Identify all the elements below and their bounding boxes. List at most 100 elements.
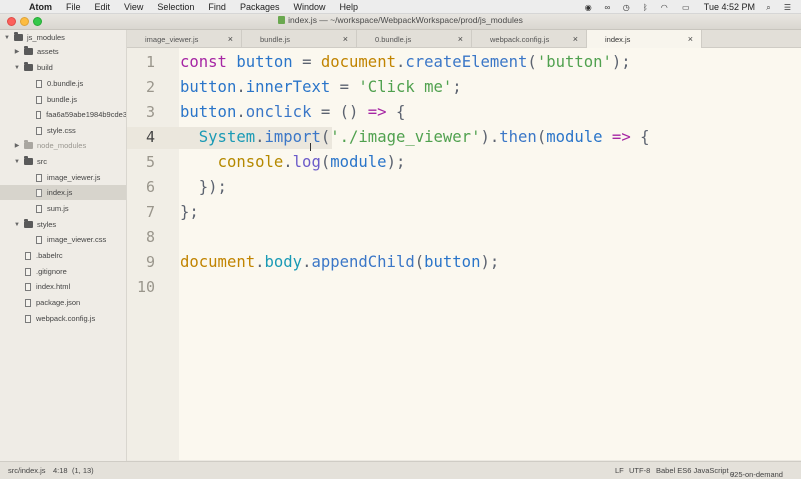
code-token: = () [311, 103, 368, 121]
tab-webpack-config-js[interactable]: webpack.config.js × [472, 30, 587, 48]
tree-item-label: sum.js [47, 204, 69, 213]
bluetooth-icon[interactable]: ᛒ [640, 3, 651, 12]
search-icon[interactable]: ⌕ [763, 3, 774, 12]
list-icon[interactable]: ☰ [782, 3, 793, 12]
code-token: . [255, 128, 265, 146]
line-number: 8 [145, 228, 155, 246]
code-token: import [264, 128, 321, 146]
window-title: index.js — ~/workspace/WebpackWorkspace/… [0, 15, 801, 25]
menu-edit[interactable]: Edit [88, 0, 118, 14]
tree-folder-assets[interactable]: ▶ assets [0, 44, 126, 59]
menu-help[interactable]: Help [332, 0, 365, 14]
tree-file-style-css[interactable]: style.css [0, 123, 126, 138]
tree-file-index-html[interactable]: index.html [0, 279, 126, 294]
tree-file-image-viewer-js[interactable]: image_viewer.js [0, 170, 126, 185]
code-token: document [180, 253, 256, 271]
code-line[interactable]: button.onclick = () => { [180, 100, 405, 125]
folder-icon [24, 62, 33, 71]
code-line[interactable]: document.body.appendChild(button); [180, 250, 499, 275]
menu-find[interactable]: Find [201, 0, 233, 14]
code-line[interactable]: button.innerText = 'Click me'; [180, 75, 462, 100]
chevron-down-icon: ▼ [14, 221, 20, 228]
tree-folder-build[interactable]: ▼ build [0, 60, 126, 75]
code-token: module [546, 128, 603, 146]
menu-selection[interactable]: Selection [150, 0, 201, 14]
line-number: 9 [145, 253, 155, 271]
tree-file-package-json[interactable]: package.json [0, 295, 126, 310]
close-icon[interactable]: × [228, 34, 233, 44]
tree-file-index-js[interactable]: index.js [0, 185, 126, 200]
menu-file[interactable]: File [59, 0, 88, 14]
tree-file-gitignore[interactable]: .gitignore [0, 264, 126, 279]
tree-file-image-viewer-css[interactable]: image_viewer.css [0, 232, 126, 247]
window-title-bar: index.js — ~/workspace/WebpackWorkspace/… [0, 14, 801, 30]
code-token: log [292, 153, 321, 171]
tree-folder-styles[interactable]: ▼ styles [0, 217, 126, 232]
close-icon[interactable]: × [688, 34, 693, 44]
tab-0-bundle-js[interactable]: 0.bundle.js × [357, 30, 472, 48]
code-token: button [180, 103, 237, 121]
menu-bar-clock[interactable]: Tue 4:52 PM [704, 2, 755, 12]
menu-view[interactable]: View [117, 0, 150, 14]
code-token: button [424, 253, 481, 271]
code-token: 'Click me' [358, 78, 453, 96]
menu-packages[interactable]: Packages [233, 0, 287, 14]
tab-image-viewer-js[interactable]: image_viewer.js × [127, 30, 242, 48]
menu-bar-status-area: ◉ ∞ ◷ ᛒ ◠ ▭ Tue 4:52 PM ⌕ ☰ [583, 0, 793, 14]
menu-atom[interactable]: Atom [22, 0, 59, 14]
line-number: 3 [145, 103, 155, 121]
code-token: ( [320, 153, 331, 171]
code-line[interactable]: console.log(module); [180, 150, 406, 175]
menu-window[interactable]: Window [286, 0, 332, 14]
code-token: then [499, 128, 537, 146]
tree-item-label: js_modules [27, 33, 65, 42]
tree-file-0-bundle-js[interactable]: 0.bundle.js [0, 76, 126, 91]
close-icon[interactable]: × [343, 34, 348, 44]
status-cursor-position[interactable]: 4:18 [53, 466, 68, 475]
file-icon [36, 235, 42, 244]
code-line[interactable]: System.import('./image_viewer').then(mod… [180, 125, 650, 150]
tree-item-label: index.js [47, 188, 73, 197]
chevron-right-icon: ▶ [14, 49, 20, 55]
code-token: ); [611, 53, 631, 71]
code-token: }); [180, 178, 227, 196]
status-file-path[interactable]: src/index.js [8, 466, 46, 475]
line-number: 6 [145, 178, 155, 196]
status-selection-count[interactable]: (1, 13) [72, 466, 94, 475]
status-grammar[interactable]: Babel ES6 JavaScript [656, 466, 729, 475]
tree-file-webpack-config-js[interactable]: webpack.config.js [0, 311, 126, 326]
code-token: = [292, 53, 321, 71]
tree-file-bundle-js[interactable]: bundle.js [0, 92, 126, 107]
close-icon[interactable]: × [573, 34, 578, 44]
tree-folder-src[interactable]: ▼ src [0, 154, 126, 169]
code-line[interactable]: }); [180, 175, 227, 200]
tree-view-sidebar: ▼ js_modules ▶ assets ▼ build 0.bundle.j… [0, 30, 127, 461]
tab-bundle-js[interactable]: bundle.js × [242, 30, 357, 48]
code-token: ; [452, 78, 462, 96]
tab-index-js[interactable]: index.js × [587, 30, 702, 48]
file-icon [36, 126, 42, 135]
code-line[interactable]: const button = document.createElement('b… [180, 50, 631, 75]
wifi-icon[interactable]: ◠ [659, 3, 670, 12]
glasses-icon[interactable]: ∞ [602, 3, 613, 12]
time-machine-icon[interactable]: ◷ [621, 3, 632, 12]
close-icon[interactable]: × [458, 34, 463, 44]
code-token: createElement [405, 53, 528, 71]
tree-file-hash-image[interactable]: faa6a59abe1984b9cde3 [0, 107, 126, 122]
code-token: const [180, 53, 237, 71]
tree-folder-js-modules[interactable]: ▼ js_modules [0, 30, 126, 45]
status-encoding[interactable]: UTF-8 [629, 466, 650, 475]
record-icon[interactable]: ◉ [583, 3, 594, 12]
code-token: ); [480, 253, 500, 271]
tree-item-label: image_viewer.css [47, 235, 107, 244]
line-number: 4 [145, 128, 155, 146]
code-token: console [217, 153, 284, 171]
status-line-ending[interactable]: LF [615, 466, 624, 475]
code-token: module [330, 153, 387, 171]
tree-file-sum-js[interactable]: sum.js [0, 201, 126, 216]
code-line[interactable]: }; [180, 200, 199, 225]
tree-item-label: node_modules [37, 141, 87, 150]
tree-folder-node-modules[interactable]: ▶ node_modules [0, 138, 126, 153]
battery-icon[interactable]: ▭ [678, 3, 694, 12]
tree-file-babelrc[interactable]: .babelrc [0, 248, 126, 263]
